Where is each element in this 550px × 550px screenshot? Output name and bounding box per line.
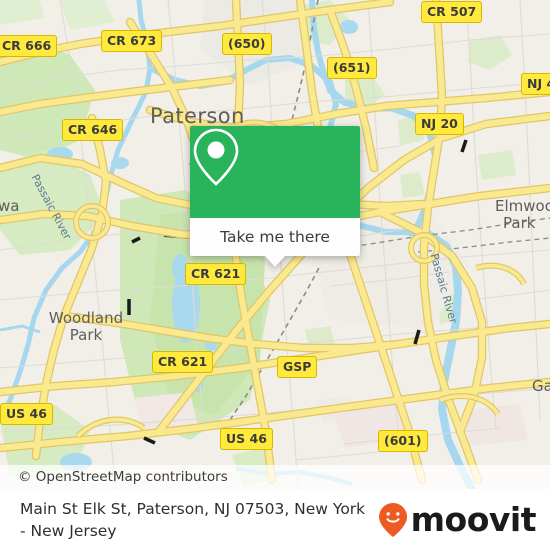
shield-gsp[interactable]: GSP xyxy=(277,356,318,378)
address-caption: Main St Elk St, Paterson, NJ 07503, New … xyxy=(20,499,366,540)
destination-popup[interactable]: Take me there xyxy=(190,126,360,267)
caption-bar: Main St Elk St, Paterson, NJ 07503, New … xyxy=(0,489,550,550)
popup-action-panel[interactable]: Take me there xyxy=(190,218,360,267)
moovit-pin-smiley-icon xyxy=(378,502,407,537)
map-pin-icon xyxy=(193,128,239,186)
shield-cr-507[interactable]: CR 507 xyxy=(421,1,483,23)
shield-651[interactable]: (651) xyxy=(327,57,377,79)
shield-cr-646[interactable]: CR 646 xyxy=(62,119,124,141)
shield-cr-621-north[interactable]: CR 621 xyxy=(185,263,247,285)
shield-us-46-south[interactable]: US 46 xyxy=(220,428,273,450)
shield-nj-20[interactable]: NJ 20 xyxy=(415,113,464,135)
shield-us-46-west[interactable]: US 46 xyxy=(0,403,53,425)
shield-nj-4[interactable]: NJ 4 xyxy=(521,73,550,95)
shield-cr-673[interactable]: CR 673 xyxy=(101,30,163,52)
moovit-wordmark: moovit xyxy=(410,500,537,539)
map-attribution[interactable]: © OpenStreetMap contributors xyxy=(0,465,550,489)
moovit-brand[interactable]: moovit xyxy=(378,500,537,539)
shield-cr-666[interactable]: CR 666 xyxy=(0,35,58,57)
popup-pointer xyxy=(264,255,286,267)
shield-cr-621-south[interactable]: CR 621 xyxy=(152,351,214,373)
popup-icon-panel xyxy=(190,126,360,218)
shield-601[interactable]: (601) xyxy=(378,430,428,452)
shield-650[interactable]: (650) xyxy=(222,33,272,55)
map-screenshot: Paterson Woodland Park Elmwood Park Ga w… xyxy=(0,0,550,550)
map-canvas[interactable]: Paterson Woodland Park Elmwood Park Ga w… xyxy=(0,0,550,489)
take-me-there-label: Take me there xyxy=(220,228,330,246)
